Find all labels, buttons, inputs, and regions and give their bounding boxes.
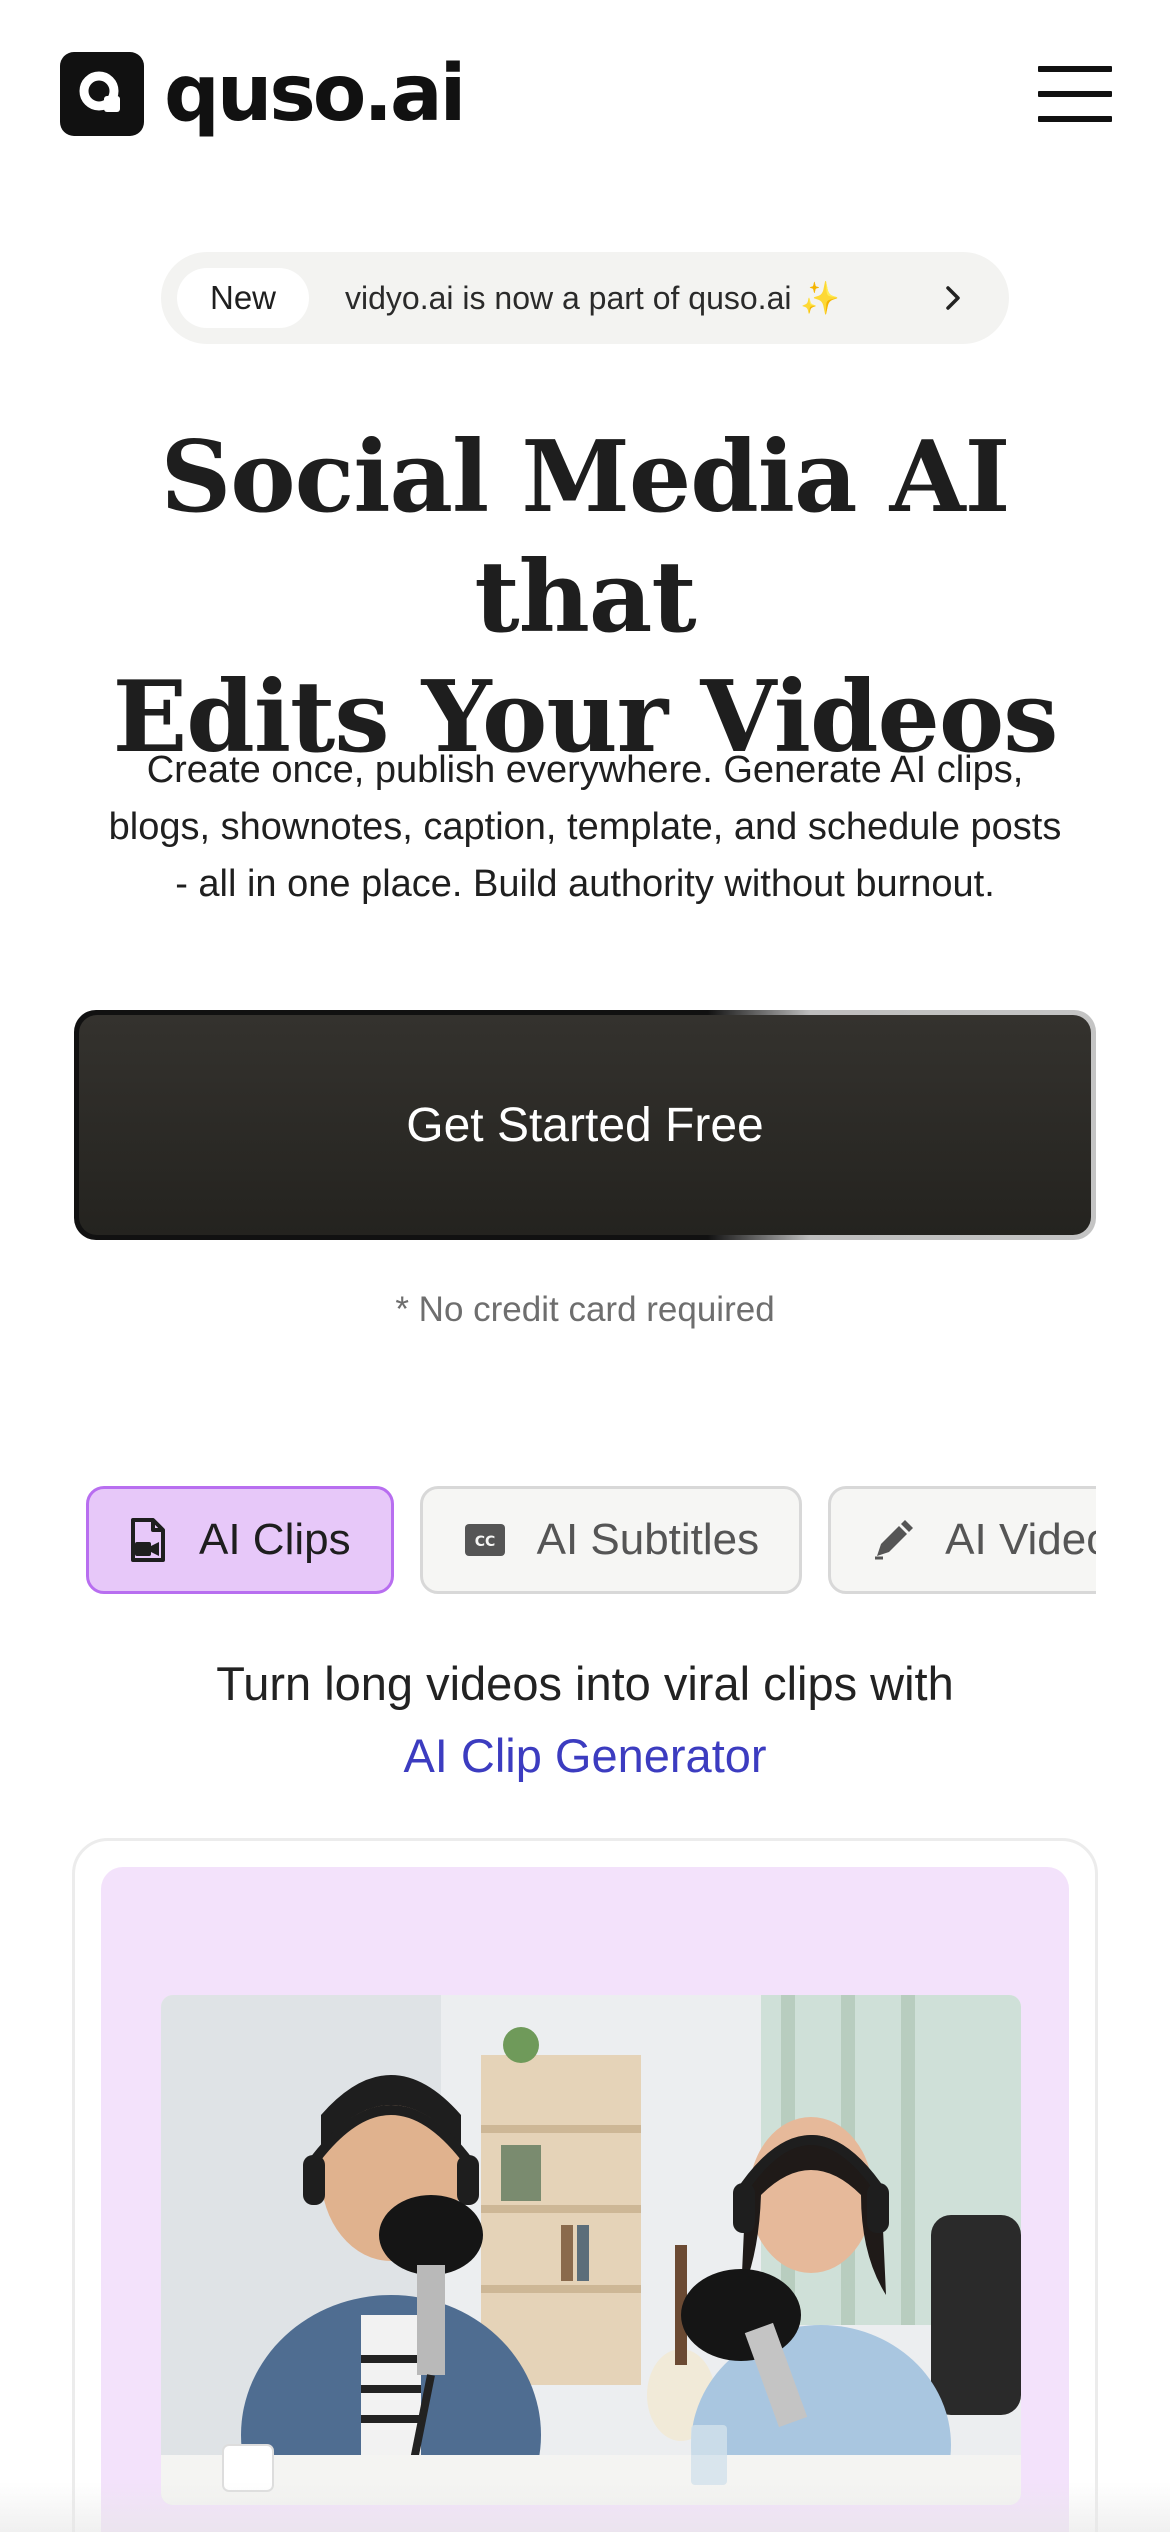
feature-tagline: Turn long videos into viral clips with A… bbox=[0, 1648, 1170, 1792]
bottom-fade bbox=[0, 2482, 1170, 2532]
logo-mark-icon bbox=[60, 52, 144, 136]
logo[interactable]: quso.ai bbox=[60, 49, 466, 139]
hero-subtitle-line-1: Create once, publish everywhere. Generat… bbox=[146, 749, 1024, 791]
hamburger-menu-icon[interactable] bbox=[1038, 66, 1112, 122]
chevron-right-icon bbox=[946, 286, 960, 310]
no-credit-card-note: * No credit card required bbox=[395, 1290, 775, 1329]
announcement-banner[interactable]: New vidyo.ai is now a part of quso.ai ✨ bbox=[161, 252, 1009, 344]
tab-ai-subtitles[interactable]: CC AI Subtitles bbox=[419, 1486, 803, 1594]
site-header: quso.ai bbox=[0, 0, 1170, 180]
hero-title-line-1: Social Media AI that bbox=[160, 420, 1011, 655]
svg-text:CC: CC bbox=[474, 1534, 495, 1550]
hero-title: Social Media AI that Edits Your Videos bbox=[60, 418, 1110, 778]
tab-ai-clips-label: AI Clips bbox=[199, 1515, 351, 1564]
get-started-button[interactable]: Get Started Free bbox=[74, 1010, 1096, 1240]
tagline-text: Turn long videos into viral clips with bbox=[216, 1657, 954, 1710]
feature-tabs: AI Clips CC AI Subtitles AI Video bbox=[86, 1486, 1096, 1596]
hero-subtitle: Create once, publish everywhere. Generat… bbox=[40, 742, 1130, 913]
demo-card bbox=[72, 1838, 1098, 2532]
hero-subtitle-line-3: - all in one place. Build authority with… bbox=[175, 863, 995, 905]
podcast-video-preview[interactable] bbox=[161, 1995, 1021, 2505]
tab-ai-video-label: AI Video bbox=[945, 1515, 1096, 1564]
announcement-text: vidyo.ai is now a part of quso.ai ✨ bbox=[345, 280, 841, 316]
get-started-label: Get Started Free bbox=[79, 1015, 1091, 1235]
new-badge: New bbox=[177, 268, 309, 328]
podcast-scene-image bbox=[161, 1995, 1021, 2505]
video-file-icon bbox=[131, 1518, 165, 1562]
hero-subtitle-line-2: blogs, shownotes, caption, template, and… bbox=[108, 806, 1062, 848]
logo-text: quso.ai bbox=[164, 49, 466, 139]
ai-clip-generator-link[interactable]: AI Clip Generator bbox=[0, 1720, 1170, 1792]
magic-pen-icon bbox=[875, 1520, 914, 1560]
tab-ai-clips[interactable]: AI Clips bbox=[86, 1486, 394, 1594]
tab-ai-subtitles-label: AI Subtitles bbox=[536, 1515, 760, 1564]
demo-card-background bbox=[101, 1867, 1069, 2532]
page: quso.ai New vidyo.ai is now a part of qu… bbox=[0, 0, 1170, 2532]
closed-captions-icon: CC bbox=[464, 1524, 505, 1556]
tab-ai-video[interactable]: AI Video bbox=[828, 1486, 1096, 1594]
